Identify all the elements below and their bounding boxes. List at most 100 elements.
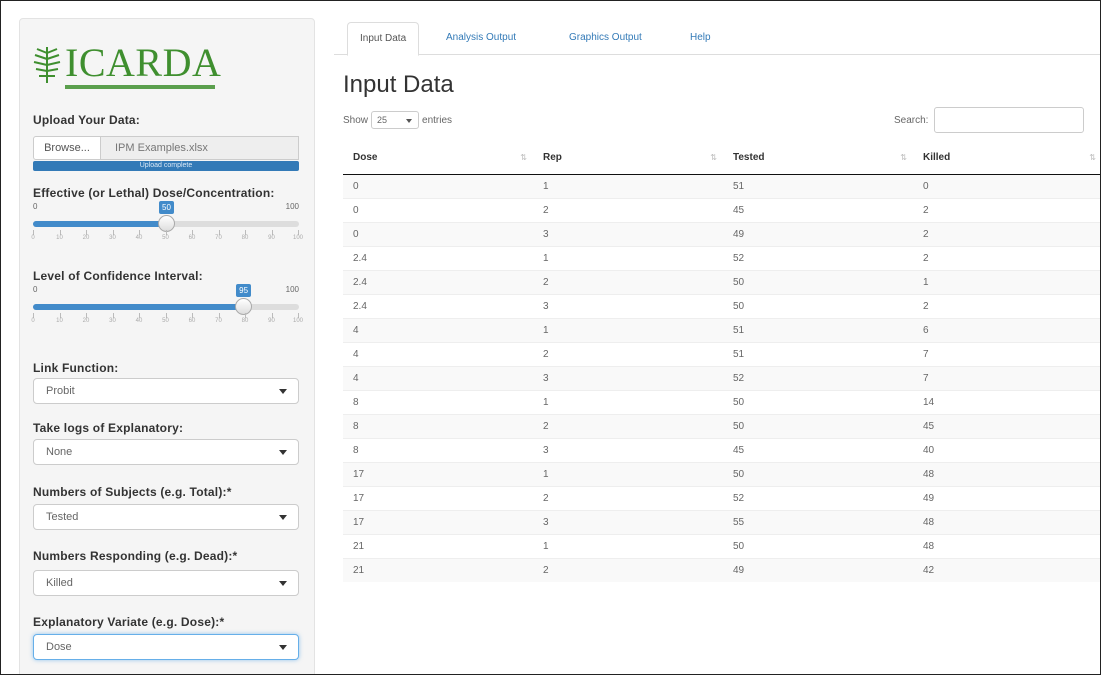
table-cell-tested: 49 (723, 221, 913, 246)
slider-tick-label: 10 (56, 235, 63, 241)
column-header-tested[interactable]: Tested ⇅ (723, 141, 913, 175)
table-cell-tested: 50 (723, 389, 913, 414)
column-header-dose[interactable]: Dose ⇅ (343, 141, 533, 175)
table-cell-rep: 2 (533, 485, 723, 510)
table-cell-killed: 2 (913, 197, 1100, 222)
table-cell-rep: 1 (533, 533, 723, 558)
tab-bar: Input Data Analysis Output Graphics Outp… (334, 22, 1100, 56)
slider-tick-label: 50 (162, 318, 169, 324)
table-cell-rep: 1 (533, 173, 723, 198)
slider-tick-label: 20 (82, 235, 90, 241)
table-cell-tested: 49 (723, 557, 913, 582)
table-cell-dose: 4 (343, 365, 533, 390)
slider-tick-label: 60 (188, 235, 196, 241)
slider-value: 50 (159, 201, 174, 214)
table-cell-tested: 52 (723, 485, 913, 510)
ci-slider[interactable]: 0 100 95 0 10 20 30 40 50 60 70 80 90 100 (31, 284, 303, 325)
table-row: 17 3 55 48 (343, 509, 1100, 534)
link-function-label: Link Function: (33, 361, 119, 375)
table-cell-dose: 8 (343, 437, 533, 462)
link-function-select[interactable]: Probit (33, 378, 299, 404)
table-cell-rep: 3 (533, 221, 723, 246)
table-cell-tested: 50 (723, 533, 913, 558)
table-cell-killed: 49 (913, 485, 1100, 510)
search-label: Search: (894, 114, 929, 126)
table-cell-rep: 3 (533, 509, 723, 534)
dose-slider[interactable]: 0 100 50 0 10 20 30 40 50 60 70 80 90 100 (31, 201, 303, 242)
page-length-control: Show 25 entries (343, 111, 452, 129)
tab-analysis-output[interactable]: Analysis Output (434, 22, 528, 55)
table-cell-rep: 1 (533, 245, 723, 270)
table-row: 2.4 3 50 2 (343, 293, 1100, 318)
slider-tick-label: 70 (215, 318, 222, 324)
ci-label: Level of Confidence Interval: (33, 269, 203, 283)
entries-label: entries (422, 114, 453, 126)
column-header-label: Rep (543, 151, 562, 163)
table-cell-rep: 1 (533, 389, 723, 414)
icarda-logo: ICARDA (31, 39, 221, 91)
table-cell-tested: 52 (723, 245, 913, 270)
table-cell-tested: 52 (723, 365, 913, 390)
table-cell-dose: 17 (343, 461, 533, 486)
chevron-down-icon (279, 581, 287, 586)
table-cell-tested: 51 (723, 317, 913, 342)
table-cell-killed: 6 (913, 317, 1100, 342)
table-cell-killed: 45 (913, 413, 1100, 438)
table-cell-tested: 50 (723, 461, 913, 486)
slider-tick-label: 10 (56, 318, 63, 324)
tab-help[interactable]: Help (678, 22, 723, 55)
table-cell-dose: 2.4 (343, 245, 533, 270)
table-row: 4 1 51 6 (343, 317, 1100, 342)
table-cell-tested: 50 (723, 293, 913, 318)
explanatory-label: Explanatory Variate (e.g. Dose):* (33, 615, 225, 629)
table-cell-rep: 2 (533, 341, 723, 366)
take-logs-select[interactable]: None (33, 439, 299, 465)
slider-tick-label: 80 (241, 235, 249, 241)
sort-icon: ⇅ (710, 153, 717, 162)
column-header-killed[interactable]: Killed ⇅ (913, 141, 1100, 175)
select-value: Tested (46, 511, 79, 523)
table-cell-killed: 48 (913, 509, 1100, 534)
table-cell-dose: 4 (343, 317, 533, 342)
responding-label: Numbers Responding (e.g. Dead):* (33, 549, 238, 563)
slider-max: 100 (285, 202, 299, 211)
chevron-down-icon (279, 515, 287, 520)
table-row: 4 2 51 7 (343, 341, 1100, 366)
slider-tick-label: 40 (135, 318, 143, 324)
slider-tick-label: 50 (162, 235, 169, 241)
table-cell-rep: 2 (533, 197, 723, 222)
explanatory-select[interactable]: Dose (33, 634, 299, 660)
search-input[interactable] (934, 107, 1085, 133)
browse-button[interactable]: Browse... (33, 136, 101, 160)
slider-tick-label: 40 (135, 235, 143, 241)
table-cell-killed: 2 (913, 245, 1100, 270)
file-name-field: IPM Examples.xlsx (101, 136, 299, 160)
table-cell-dose: 0 (343, 197, 533, 222)
select-value: Probit (46, 385, 75, 397)
slider-min: 0 (33, 202, 38, 211)
table-row: 8 2 50 45 (343, 413, 1100, 438)
take-logs-label: Take logs of Explanatory: (33, 421, 184, 435)
column-header-rep[interactable]: Rep ⇅ (533, 141, 723, 175)
tab-input-data[interactable]: Input Data (347, 22, 420, 56)
table-cell-killed: 48 (913, 533, 1100, 558)
upload-label: Upload Your Data: (33, 113, 140, 127)
subjects-label: Numbers of Subjects (e.g. Total):* (33, 485, 232, 499)
logo-text: ICARDA (65, 40, 222, 85)
table-cell-rep: 1 (533, 317, 723, 342)
subjects-select[interactable]: Tested (33, 504, 299, 530)
table-row: 21 2 49 42 (343, 557, 1100, 582)
table-cell-killed: 1 (913, 269, 1100, 294)
logo-tagline-bar (65, 85, 215, 89)
table-cell-killed: 48 (913, 461, 1100, 486)
slider-fill (33, 221, 166, 227)
table-header-row: Dose ⇅ Rep ⇅ Tested ⇅ Killed ⇅ (343, 141, 1100, 175)
tab-graphics-output[interactable]: Graphics Output (557, 22, 654, 55)
page-title: Input Data (343, 71, 454, 98)
table-cell-dose: 2.4 (343, 269, 533, 294)
chevron-down-icon (279, 389, 287, 394)
table-cell-tested: 45 (723, 197, 913, 222)
responding-select[interactable]: Killed (33, 570, 299, 596)
table-cell-killed: 7 (913, 365, 1100, 390)
entries-select[interactable]: 25 (371, 111, 420, 129)
